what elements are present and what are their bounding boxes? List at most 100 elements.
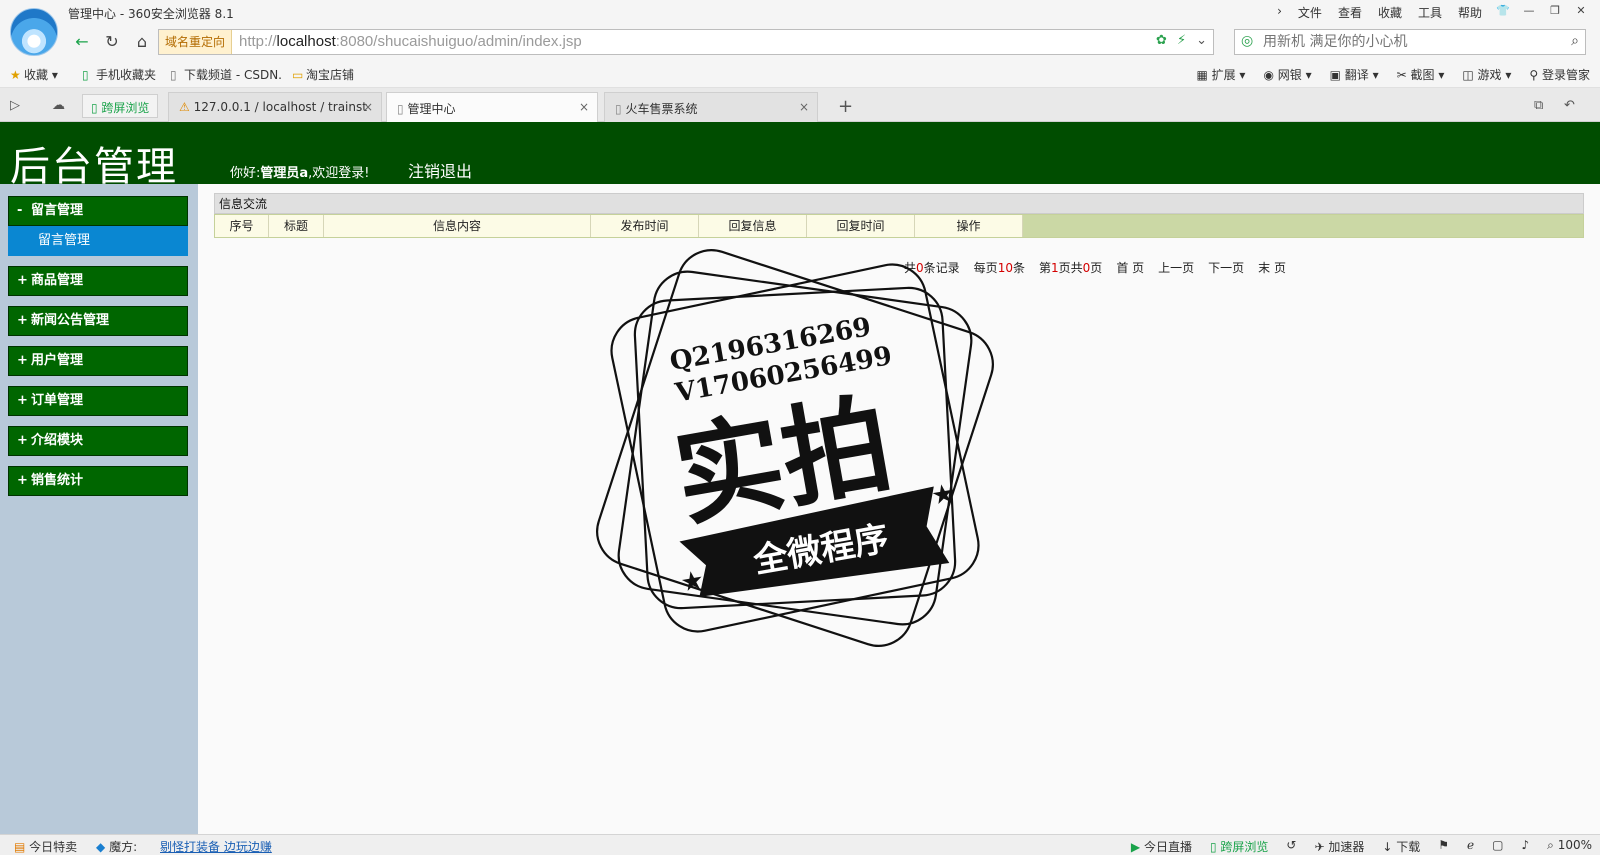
search-engine-icon[interactable]: ◎ [1241, 33, 1253, 49]
zoom-control[interactable]: ⌕ 100% [1547, 838, 1592, 855]
menu-view[interactable]: 查看 [1338, 4, 1362, 21]
window-title: 管理中心 - 360安全浏览器 8.1 [68, 7, 234, 21]
bookmark-favorites[interactable]: ★ 收藏 ▾ [10, 66, 58, 83]
sidebar-item-messages[interactable]: - 留言管理 [8, 196, 188, 226]
column-header: 发布时间 [591, 215, 699, 237]
pager-first-link[interactable]: 首 页 [1116, 259, 1144, 276]
panel-title: 信息交流 [214, 193, 1584, 214]
speed-icon[interactable]: ⚡ [1177, 33, 1186, 48]
sidebar-item-products[interactable]: + 商品管理 [8, 266, 188, 296]
flag-icon[interactable]: ⚑ [1438, 838, 1449, 855]
search-box[interactable]: ◎ ⌕ [1234, 29, 1586, 55]
today-deal[interactable]: ▤ 今日特卖 [14, 838, 77, 855]
close-window-button[interactable]: ✕ [1570, 2, 1592, 20]
tab-strip: ▷ ☁ ▯ 跨屏浏览 ⚠ 127.0.0.1 / localhost / tra… [0, 88, 1600, 123]
sound-icon[interactable]: ♪ [1521, 838, 1529, 855]
column-header: 回复信息 [699, 215, 807, 237]
live-button[interactable]: ▶ 今日直播 [1131, 838, 1192, 855]
browser-menu: › 文件 查看 收藏 工具 帮助 [1277, 4, 1482, 21]
tool-banking[interactable]: ◉ 网银 ▾ [1263, 66, 1311, 83]
sidebar-toggle-icon[interactable]: ▷ [10, 98, 20, 113]
table-header: 序号 标题 信息内容 发布时间 回复信息 回复时间 操作 [214, 214, 1584, 238]
new-tab-icon[interactable]: + [838, 96, 853, 117]
security-icon[interactable]: ✿ [1156, 33, 1167, 48]
close-tab-icon[interactable]: × [799, 100, 809, 114]
close-tab-icon[interactable]: × [579, 100, 589, 114]
sidebar-group-intro: + 介绍模块 [8, 426, 188, 456]
menu-tools[interactable]: 工具 [1418, 4, 1442, 21]
cross-screen-tab[interactable]: ▯ 跨屏浏览 [82, 94, 159, 118]
url-text[interactable]: http://localhost:8080/shucaishuiguo/admi… [239, 33, 582, 50]
search-input[interactable] [1263, 33, 1553, 51]
pagination: 共0条记录 每页10条 第1页共0页 首 页 上一页 下一页 末 页 [904, 259, 1286, 276]
pager-page-info: 第1页共0页 [1038, 261, 1103, 275]
refresh-icon[interactable]: ↻ [100, 30, 124, 54]
browser-logo-icon [10, 8, 58, 56]
cross-screen-button[interactable]: ▯ 跨屏浏览 [1210, 838, 1268, 855]
pager-per-page: 每页10条 [973, 261, 1025, 275]
home-icon[interactable]: ⌂ [130, 30, 154, 54]
bookmark-taobao[interactable]: ▭ 淘宝店铺 [292, 66, 354, 83]
tool-extensions[interactable]: ▦ 扩展 ▾ [1196, 66, 1245, 83]
pager-total: 共0条记录 [904, 261, 960, 275]
tool-screenshot[interactable]: ✂ 截图 ▾ [1397, 66, 1445, 83]
menu-help[interactable]: 帮助 [1458, 4, 1482, 21]
pager-prev-link[interactable]: 上一页 [1158, 259, 1194, 276]
address-bar[interactable]: 域名重定向 http://localhost:8080/shucaishuigu… [158, 29, 1214, 55]
tab-admin-center[interactable]: ▯ 管理中心 × [386, 92, 598, 123]
gift-icon: ▤ [14, 840, 26, 854]
history-icon[interactable]: ↺ [1286, 838, 1296, 855]
main-content: 信息交流 序号 标题 信息内容 发布时间 回复信息 回复时间 操作 共0条记录 … [198, 184, 1600, 834]
pma-icon: ⚠ [179, 100, 190, 114]
pager-next-link[interactable]: 下一页 [1208, 259, 1244, 276]
tab-train-ticket[interactable]: ▯ 火车售票系统 × [604, 92, 818, 122]
restore-tabs-icon[interactable]: ⧉ [1534, 98, 1543, 113]
menu-file[interactable]: 文件 [1298, 4, 1322, 21]
menu-arrow-icon[interactable]: › [1277, 4, 1282, 21]
skin-icon[interactable]: 👕 [1492, 2, 1514, 20]
close-tab-icon[interactable]: × [363, 100, 373, 114]
search-icon[interactable]: ⌕ [1571, 33, 1579, 49]
bookmark-csdn[interactable]: ▯ 下载频道 - CSDN. [170, 66, 282, 83]
column-header: 序号 [215, 215, 269, 237]
column-header: 回复时间 [807, 215, 915, 237]
page-icon: ▯ [615, 102, 622, 116]
redirect-badge[interactable]: 域名重定向 [159, 30, 233, 54]
page-icon: ▯ [397, 102, 404, 116]
tool-login-manager[interactable]: ⚲ 登录管家 [1529, 66, 1590, 83]
sidebar-item-intro[interactable]: + 介绍模块 [8, 426, 188, 456]
back-icon[interactable]: ← [70, 30, 94, 54]
window-controls: 👕 — ❐ ✕ [1492, 2, 1592, 20]
accelerator-button[interactable]: ✈ 加速器 [1314, 838, 1364, 855]
sidebar-item-news[interactable]: + 新闻公告管理 [8, 306, 188, 336]
admin-header: 后台管理 你好:管理员a,欢迎登录! 注销退出 [0, 122, 1600, 190]
column-header: 操作 [915, 215, 1023, 237]
logout-link[interactable]: 注销退出 [408, 158, 472, 182]
magic-cube-link[interactable]: 剔怪打装备 边玩边赚 [160, 838, 272, 855]
ie-icon[interactable]: ℯ [1467, 838, 1474, 855]
address-icons: ✿ ⚡ ⌄ [1156, 33, 1207, 48]
sidebar-item-sales[interactable]: + 销售统计 [8, 466, 188, 496]
menu-favorites[interactable]: 收藏 [1378, 4, 1402, 21]
phone-icon: ▯ [82, 68, 89, 82]
tool-games[interactable]: ◫ 游戏 ▾ [1462, 66, 1511, 83]
sidebar-item-orders[interactable]: + 订单管理 [8, 386, 188, 416]
maximize-button[interactable]: ❐ [1544, 2, 1566, 20]
tab-phpmyadmin[interactable]: ⚠ 127.0.0.1 / localhost / trainst × [168, 92, 382, 122]
sidebar-item-users[interactable]: + 用户管理 [8, 346, 188, 376]
pager-last-link[interactable]: 末 页 [1258, 259, 1286, 276]
tool-translate[interactable]: ▣ 翻译 ▾ [1330, 66, 1379, 83]
window-icon[interactable]: ▢ [1492, 838, 1503, 855]
sidebar-group-orders: + 订单管理 [8, 386, 188, 416]
bookmark-mobile[interactable]: ▯ 手机收藏夹 [82, 66, 156, 83]
undo-close-icon[interactable]: ↶ [1564, 98, 1575, 113]
toolbar-right: ▦ 扩展 ▾ ◉ 网银 ▾ ▣ 翻译 ▾ ✂ 截图 ▾ ◫ 游戏 ▾ ⚲ 登录管… [1196, 66, 1590, 83]
sidebar-subitem-messages[interactable]: 留言管理 [8, 226, 188, 256]
bookmarks-bar: ★ 收藏 ▾ ▯ 手机收藏夹 ▯ 下载频道 - CSDN. ▭ 淘宝店铺 ▦ 扩展 ▾ … [0, 60, 1600, 88]
star-icon: ★ [10, 68, 21, 82]
status-bar: ▤ 今日特卖 ◆ 魔方: 剔怪打装备 边玩边赚 ▶ 今日直播 ▯ 跨屏浏览 ↺ … [0, 834, 1600, 855]
download-button[interactable]: ↓ 下载 [1382, 838, 1420, 855]
dropdown-icon[interactable]: ⌄ [1196, 33, 1207, 48]
cloud-icon[interactable]: ☁ [52, 98, 65, 113]
minimize-button[interactable]: — [1518, 2, 1540, 20]
